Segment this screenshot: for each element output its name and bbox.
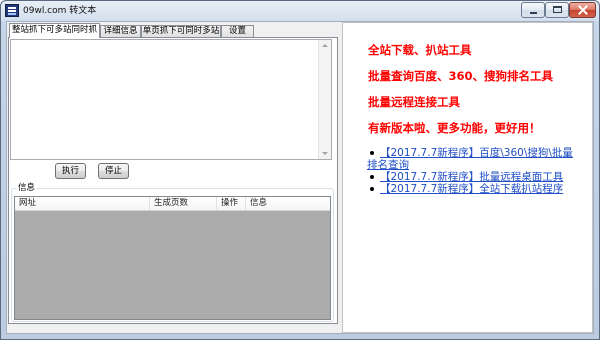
bullet-icon bbox=[370, 175, 374, 179]
promo-line-site-download-tool: 全站下载、扒站工具 bbox=[368, 43, 472, 57]
run-button[interactable]: 执行 bbox=[55, 163, 86, 179]
bullet-icon bbox=[370, 187, 374, 191]
promo-panel: 全站下载、扒站工具 批量查询百度、360、搜狗排名工具 批量远程连接工具 有新版… bbox=[342, 22, 593, 333]
column-header-info[interactable]: 信息 bbox=[246, 197, 330, 210]
client-area: 整站抓下可多站同时抓 详细信息 单页抓下可同时多站 设置 执行 停止 信息 网址… bbox=[6, 21, 594, 334]
scroll-up-arrow-icon[interactable] bbox=[319, 40, 331, 52]
url-input[interactable] bbox=[11, 40, 319, 159]
info-group-label: 信息 bbox=[16, 182, 38, 194]
maximize-icon bbox=[553, 6, 562, 13]
promo-line-new-version-notice: 有新版本啦、更多功能，更好用！ bbox=[368, 121, 541, 135]
info-list-view[interactable]: 网址 生成页数 操作 信息 bbox=[14, 196, 331, 320]
link-remote-desktop-program[interactable]: 【2017.7.7新程序】批量远程桌面工具 bbox=[380, 171, 563, 183]
stop-button[interactable]: 停止 bbox=[98, 163, 129, 179]
tab-single-page-crawl[interactable]: 单页抓下可同时多站 bbox=[141, 25, 221, 37]
promo-link-item: 【2017.7.7新程序】全站下载扒站程序 bbox=[367, 183, 579, 195]
info-group: 信息 网址 生成页数 操作 信息 bbox=[11, 182, 334, 322]
column-header-action[interactable]: 操作 bbox=[217, 197, 246, 210]
close-icon bbox=[578, 5, 588, 15]
promo-link-item: 【2017.7.7新程序】批量远程桌面工具 bbox=[367, 171, 579, 183]
url-input-scrollbar[interactable] bbox=[318, 40, 331, 159]
promo-link-item: 【2017.7.7新程序】百度\360\搜狗\批量排名查询 bbox=[367, 147, 579, 171]
minimize-button[interactable] bbox=[521, 2, 545, 18]
promo-link-list: 【2017.7.7新程序】百度\360\搜狗\批量排名查询 【2017.7.7新… bbox=[367, 147, 579, 195]
bullet-icon bbox=[370, 151, 374, 155]
app-window: 09wl.com 转文本 整站抓下可多站同时抓 详细信息 单页抓下可同时多站 设… bbox=[0, 0, 600, 340]
maximize-button[interactable] bbox=[545, 2, 569, 18]
window-title: 09wl.com 转文本 bbox=[23, 6, 97, 16]
crawler-tab-control: 整站抓下可多站同时抓 详细信息 单页抓下可同时多站 设置 执行 停止 信息 网址… bbox=[8, 22, 338, 324]
list-header: 网址 生成页数 操作 信息 bbox=[15, 197, 330, 211]
promo-lines: 全站下载、扒站工具 批量查询百度、360、搜狗排名工具 批量远程连接工具 有新版… bbox=[368, 37, 553, 141]
promo-line-remote-connect-tool: 批量远程连接工具 bbox=[368, 95, 460, 109]
list-body[interactable] bbox=[15, 211, 330, 319]
promo-line-rank-query-tool: 批量查询百度、360、搜狗排名工具 bbox=[368, 69, 554, 83]
column-header-url[interactable]: 网址 bbox=[15, 197, 150, 210]
url-input-box bbox=[10, 39, 332, 160]
tab-whole-site-crawl[interactable]: 整站抓下可多站同时抓 bbox=[9, 23, 100, 38]
app-icon[interactable] bbox=[5, 4, 19, 17]
title-bar[interactable]: 09wl.com 转文本 bbox=[0, 0, 600, 21]
scroll-down-arrow-icon[interactable] bbox=[319, 147, 331, 159]
tab-panel: 执行 停止 信息 网址 生成页数 操作 信息 bbox=[8, 37, 338, 324]
link-rank-query-program[interactable]: 【2017.7.7新程序】百度\360\搜狗\批量排名查询 bbox=[367, 147, 573, 171]
minimize-icon bbox=[530, 12, 537, 14]
scroll-track[interactable] bbox=[319, 52, 331, 147]
close-button[interactable] bbox=[569, 2, 596, 18]
tab-settings[interactable]: 设置 bbox=[221, 25, 254, 37]
link-site-download-program[interactable]: 【2017.7.7新程序】全站下载扒站程序 bbox=[380, 183, 563, 195]
column-header-pages-generated[interactable]: 生成页数 bbox=[150, 197, 217, 210]
tab-details[interactable]: 详细信息 bbox=[100, 25, 141, 37]
